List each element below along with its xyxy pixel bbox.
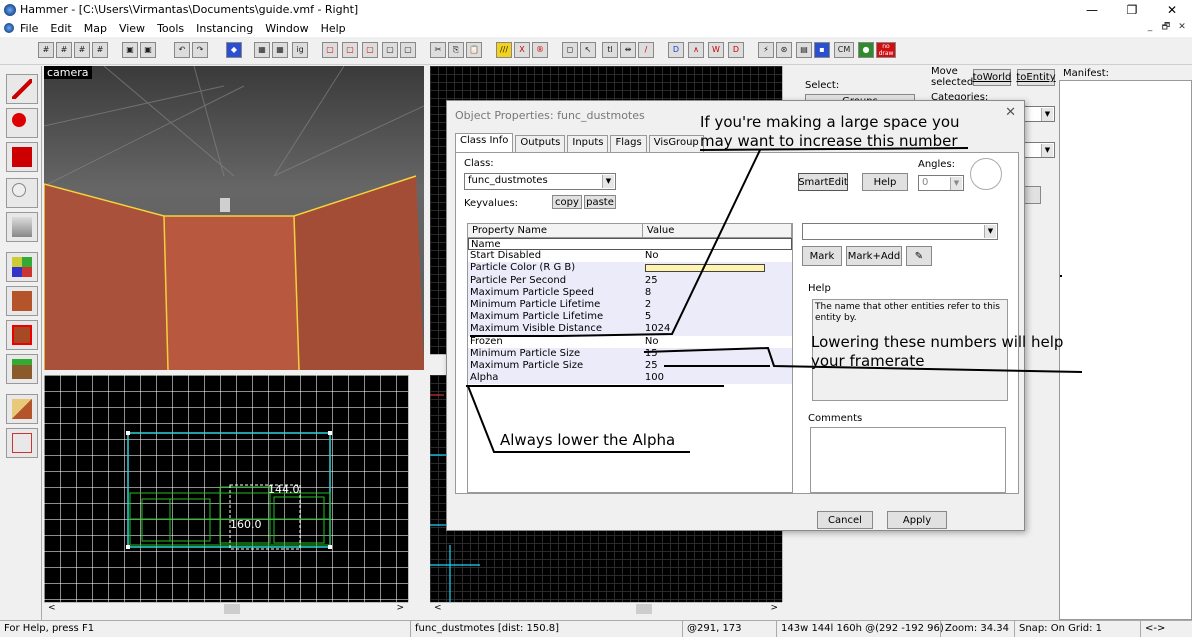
hammer-app: Hammer - [C:\Users\Virmantas\Documents\g… [0,0,1192,637]
status-help: For Help, press F1 [4,623,95,634]
annotation-alpha: Always lower the Alpha [500,431,676,449]
status-coords: @291, 173 [682,621,776,637]
status-size: 143w 144l 160h @(292 -192 96) [776,621,944,637]
status-selection: func_dustmotes [dist: 150.8] [410,621,682,637]
status-arrows: <-> [1140,621,1192,637]
annotation-large-space-line2: may want to increase this number [700,132,958,150]
status-bar: For Help, press F1 func_dustmotes [dist:… [0,620,1192,637]
annotation-large-space-line1: If you're making a large space you [700,113,960,131]
status-zoom: Zoom: 34.34 [940,621,1014,637]
status-snap: Snap: On Grid: 1 [1014,621,1140,637]
annotation-framerate-line1: Lowering these numbers will help [811,333,1064,351]
annotation-lines [466,147,1083,453]
annotation-framerate-line2: your framerate [811,352,925,370]
